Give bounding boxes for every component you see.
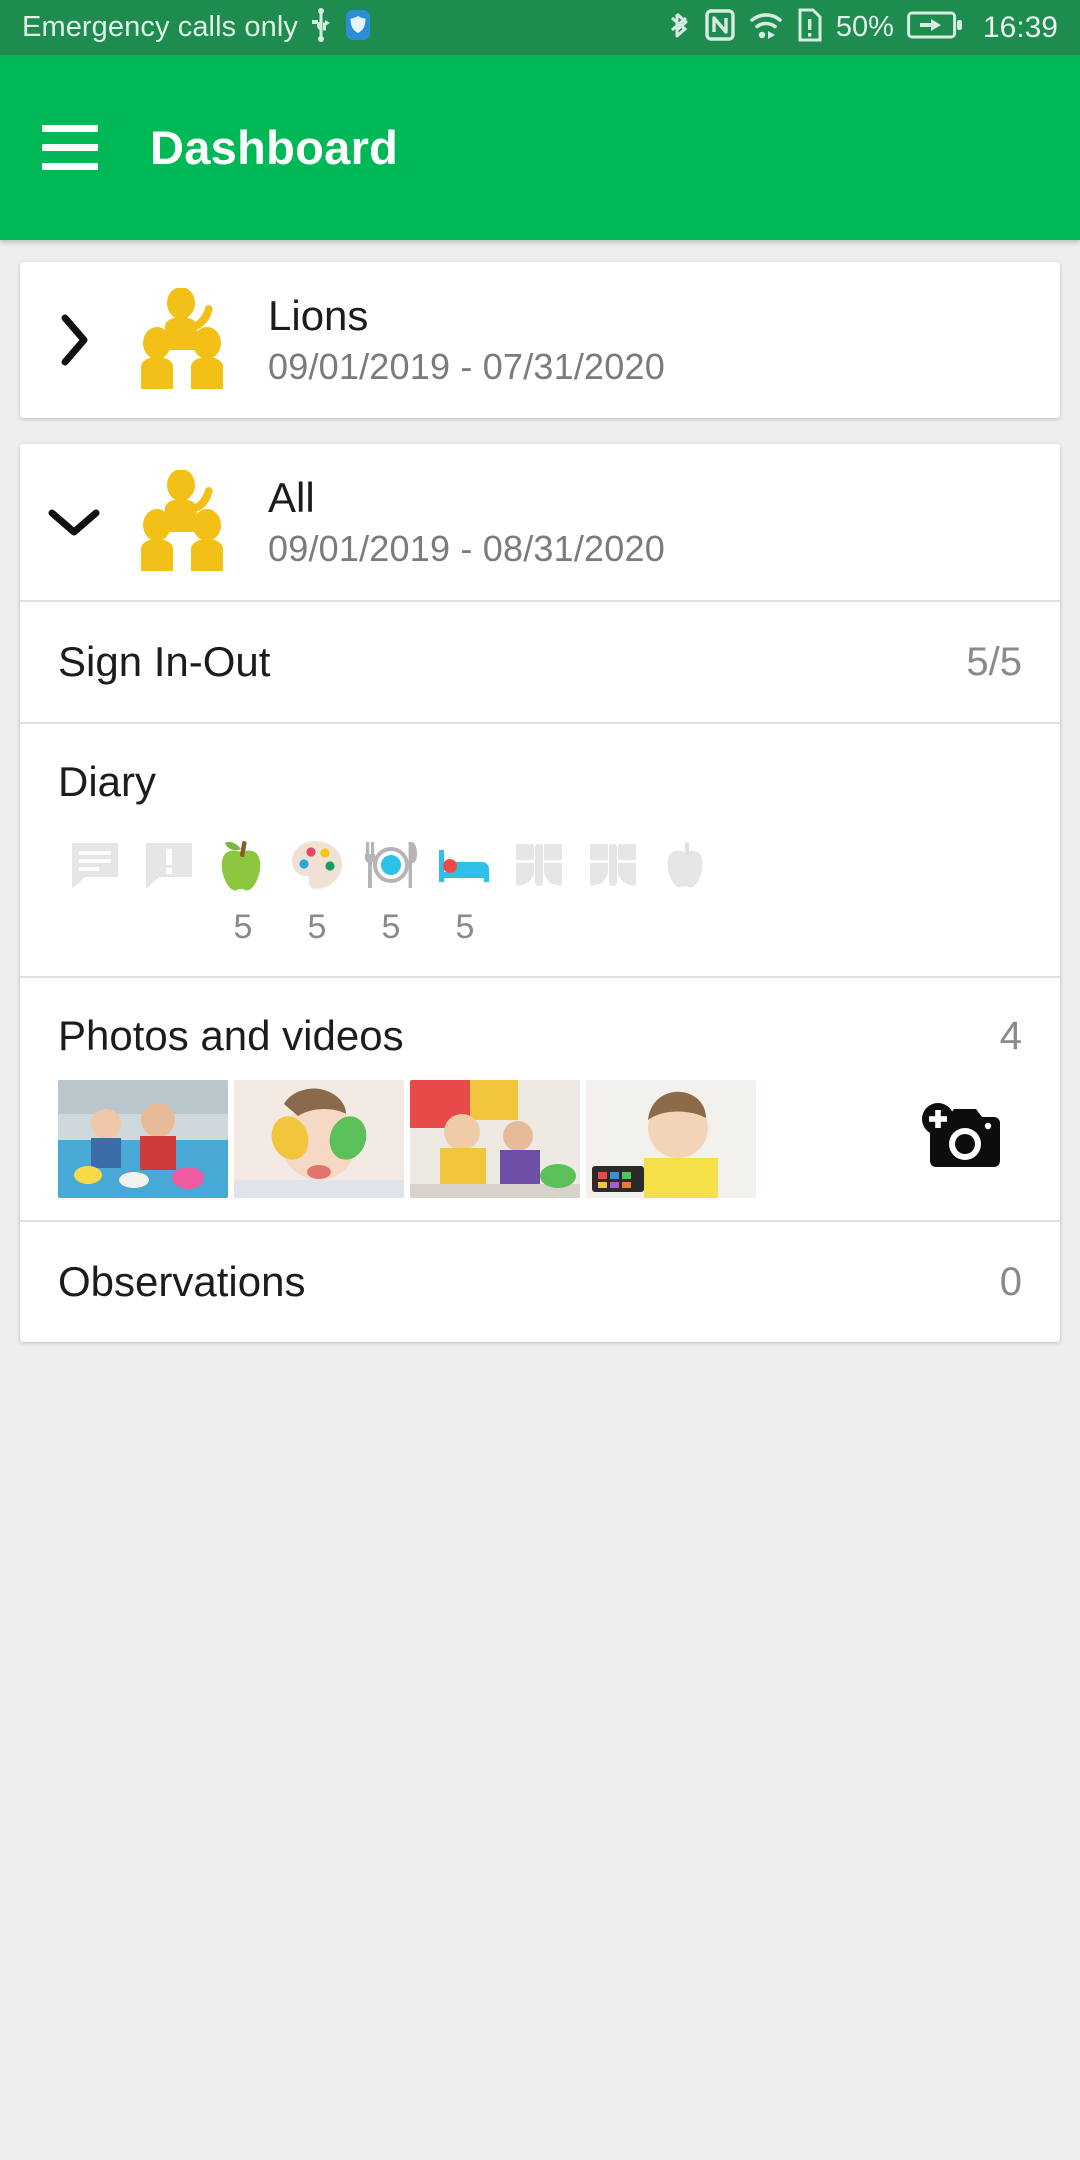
sign-in-out-row[interactable]: Sign In-Out 5/5 [20,602,1060,722]
group-name-label: Lions [268,292,369,340]
carrier-label: Emergency calls only [22,11,298,43]
group-people-icon [128,470,246,574]
group-dates-label: 09/01/2019 - 08/31/2020 [268,527,665,569]
status-bar-left: Emergency calls only [22,8,670,47]
observations-row[interactable]: Observations 0 [20,1222,1060,1342]
nappy-icon [586,836,640,894]
wifi-icon [748,9,784,46]
status-bar-right: 50% 16:39 [670,8,1058,47]
photos-count-value: 4 [999,1013,1022,1058]
page-title: Dashboard [150,121,399,174]
add-camera-icon[interactable] [918,1103,1002,1175]
diary-count: 5 [233,908,253,946]
photos-thumbnail-strip [20,1070,1060,1220]
usb-icon [310,8,332,47]
diary-entry-alert[interactable] [132,836,206,948]
photos-label: Photos and videos [58,1012,404,1059]
group-text: Lions 09/01/2019 - 07/31/2020 [268,292,665,387]
chevron-down-icon[interactable] [20,505,128,539]
photos-section: Photos and videos 4 [20,978,1060,1220]
battery-charging-icon [907,10,963,45]
alert-bubble-icon [143,836,195,894]
shield-icon [344,8,372,47]
hamburger-menu-icon[interactable] [42,125,98,170]
apple-bite-icon [662,836,712,894]
photo-thumbnail[interactable] [234,1080,404,1198]
sign-in-out-label: Sign In-Out [58,638,271,685]
diary-count: 5 [455,908,475,946]
group-people-icon [128,288,246,392]
group-card-all[interactable]: All 09/01/2019 - 08/31/2020 Sign In-Out … [20,444,1060,1342]
diary-label: Diary [58,758,157,805]
nfc-icon [705,9,735,46]
sign-in-out-value: 5/5 [966,639,1022,684]
photo-thumbnail[interactable] [586,1080,756,1198]
app-bar: Dashboard [0,55,1080,240]
apple-icon [217,836,269,894]
photos-header-row[interactable]: Photos and videos 4 [20,978,1060,1070]
diary-count: 5 [381,908,401,946]
bed-sleep-icon [436,836,494,894]
chevron-right-icon[interactable] [20,313,128,367]
group-name-label: All [268,474,315,522]
message-bubble-icon [69,836,121,894]
group-card-lions[interactable]: Lions 09/01/2019 - 07/31/2020 [20,262,1060,418]
photo-thumbnail[interactable] [410,1080,580,1198]
dashboard-content: Lions 09/01/2019 - 07/31/2020 All 09/01/… [0,240,1080,1342]
battery-percent-label: 50% [835,11,894,43]
diary-entry-nappy-2[interactable] [576,836,650,948]
observations-value: 0 [999,1259,1022,1304]
group-dates-label: 09/01/2019 - 07/31/2020 [268,345,665,387]
sim-alert-icon [797,8,823,47]
diary-entry-meal[interactable]: 5 [354,836,428,948]
photo-thumbnail[interactable] [58,1080,228,1198]
status-bar: Emergency calls only 50% 16:39 [0,0,1080,55]
diary-icon-row: 5 5 5 5 [58,836,1022,948]
clock-label: 16:39 [982,10,1058,44]
diary-entry-food[interactable] [650,836,724,948]
nappy-icon [512,836,566,894]
group-header-row[interactable]: Lions 09/01/2019 - 07/31/2020 [20,262,1060,418]
diary-entry-sleep[interactable]: 5 [428,836,502,948]
meal-plate-icon [362,836,420,894]
group-text: All 09/01/2019 - 08/31/2020 [268,474,665,569]
diary-section[interactable]: Diary 5 5 5 5 [20,724,1060,976]
diary-entry-activity[interactable]: 5 [280,836,354,948]
diary-entry-nappy-1[interactable] [502,836,576,948]
observations-label: Observations [58,1258,306,1305]
bluetooth-icon [670,8,692,47]
group-header-row[interactable]: All 09/01/2019 - 08/31/2020 [20,444,1060,600]
diary-entry-snack[interactable]: 5 [206,836,280,948]
diary-entry-message[interactable] [58,836,132,948]
paint-palette-icon [289,836,345,894]
diary-count: 5 [307,908,327,946]
